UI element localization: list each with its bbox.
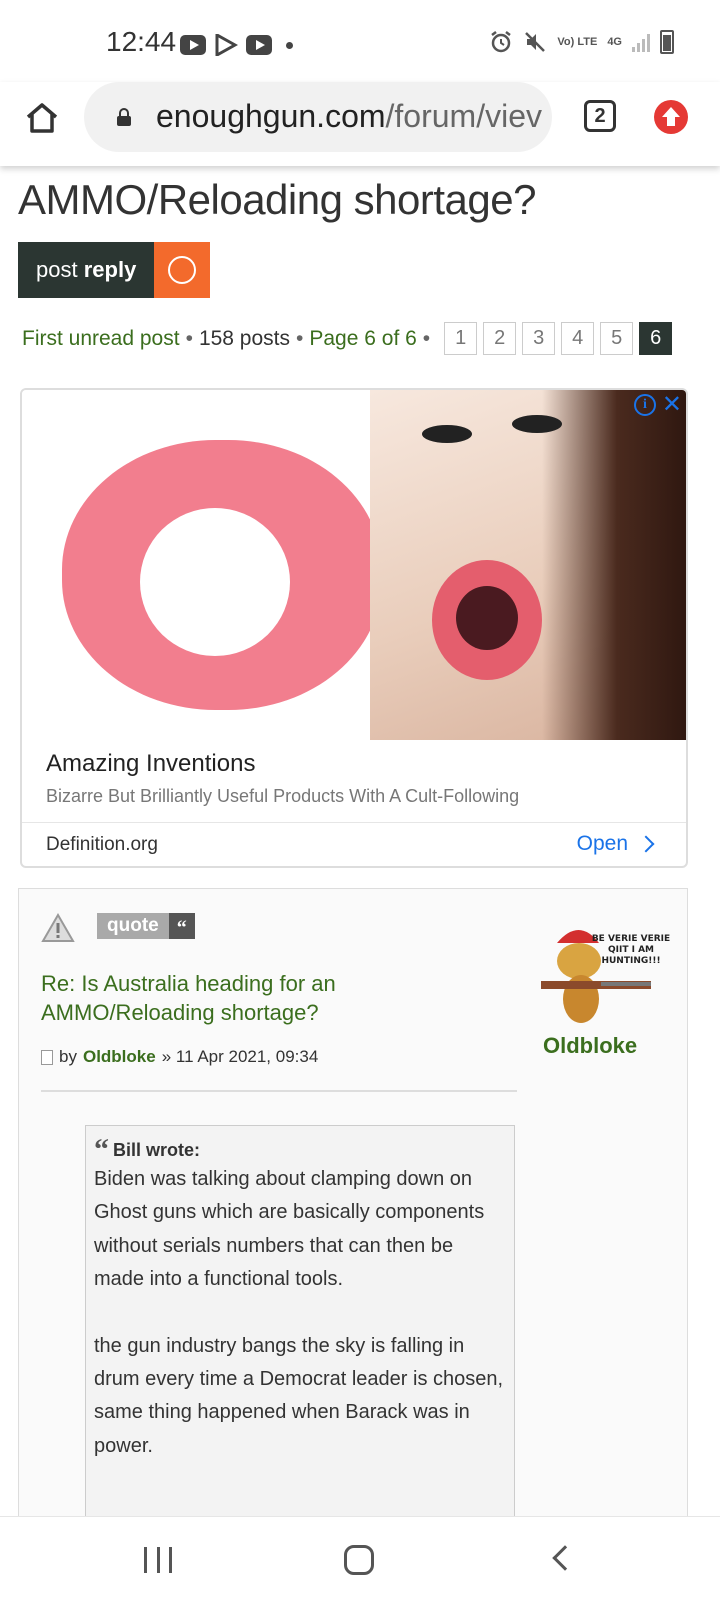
ad-badges: i ✕ <box>633 393 682 417</box>
divider <box>22 822 686 823</box>
separator: • <box>185 326 193 350</box>
page-content: Is Australia heading for an AMMO/Reloadi… <box>0 150 720 1516</box>
post-doc-icon[interactable] <box>41 1049 53 1065</box>
youtube-icon <box>246 35 272 55</box>
lock-icon <box>117 108 131 126</box>
signal-icon <box>632 32 650 52</box>
browser-toolbar: enoughgun.com/forum/viev 2 <box>0 82 720 166</box>
quote-cite-text: Bill wrote: <box>113 1140 201 1160</box>
quote-button[interactable]: quote “ <box>97 913 195 939</box>
system-nav-bar <box>0 1516 720 1600</box>
post-reply-bold: reply <box>83 257 137 282</box>
post-author[interactable]: Oldbloke <box>83 1047 156 1067</box>
ad-photo-eye <box>422 425 472 443</box>
chevron-right-icon <box>637 835 655 853</box>
home-nav-icon[interactable] <box>344 1545 374 1575</box>
topic-title: AMMO/Reloading shortage? <box>18 176 536 223</box>
address-bar[interactable]: enoughgun.com/forum/viev <box>84 82 552 152</box>
forum-post: quote “ Re: Is Australia heading for an … <box>18 888 688 1516</box>
quote-cite: “ Bill wrote: <box>94 1132 506 1166</box>
status-bar: 12:44 Vo) LTE 4G <box>0 0 720 86</box>
ad-title[interactable]: Amazing Inventions <box>46 750 255 778</box>
page-4[interactable]: 4 <box>561 322 595 355</box>
volte-icon: Vo) LTE <box>557 35 598 48</box>
alarm-icon <box>491 31 512 53</box>
quote-paragraph: Biden was talking about clamping down on… <box>94 1168 485 1291</box>
update-icon[interactable] <box>654 100 688 134</box>
report-warning-icon[interactable] <box>41 913 75 943</box>
ad-photo-eye <box>512 415 562 433</box>
back-icon[interactable] <box>552 1545 578 1571</box>
url-domain: enoughgun.com <box>156 98 386 134</box>
ad-open-label: Open <box>576 832 628 855</box>
ad-info-icon[interactable]: i <box>633 394 656 416</box>
ad-image[interactable] <box>22 390 686 740</box>
system-icons: Vo) LTE 4G <box>489 30 674 54</box>
svg-text:BE VERIE VERIE: BE VERIE VERIE <box>592 934 670 944</box>
page-label[interactable]: Page 6 of 6 <box>309 327 416 351</box>
notification-icons <box>180 34 293 56</box>
separator: • <box>296 326 304 350</box>
post-reply-prefix: post <box>36 257 78 282</box>
quote-block: “ Bill wrote: Biden was talking about cl… <box>85 1125 515 1516</box>
ad-close-icon[interactable]: ✕ <box>662 393 682 417</box>
pagination-row: First unread post • 158 posts • Page 6 o… <box>22 322 673 355</box>
post-date: » 11 Apr 2021, 09:34 <box>161 1047 319 1066</box>
url-text: enoughgun.com/forum/viev <box>156 98 542 135</box>
svg-text:HUNTING!!!: HUNTING!!! <box>601 956 660 966</box>
post-reply-label: post reply <box>18 242 155 298</box>
tab-switcher-button[interactable]: 2 <box>584 100 616 132</box>
quote-icon: “ <box>168 913 195 939</box>
ad-open-button[interactable]: Open <box>576 832 655 856</box>
separator: • <box>422 326 431 350</box>
ad-product-hole <box>140 508 290 656</box>
play-store-icon <box>215 34 238 56</box>
svg-text:QIIT I AM: QIIT I AM <box>608 945 654 955</box>
status-time: 12:44 <box>106 26 177 57</box>
post-reply-button[interactable]: post reply <box>18 242 211 298</box>
ad-domain: Definition.org <box>46 834 158 855</box>
posts-count: 158 posts <box>198 326 291 350</box>
youtube-icon <box>180 35 206 55</box>
page-2[interactable]: 2 <box>483 322 517 355</box>
page-1[interactable]: 1 <box>444 322 478 355</box>
first-unread-link[interactable]: First unread post <box>22 327 180 351</box>
avatar-username[interactable]: Oldbloke <box>543 1033 637 1059</box>
page-6-current[interactable]: 6 <box>639 322 673 355</box>
ad-photo-hair <box>542 390 686 740</box>
avatar[interactable]: BE VERIE VERIE QIIT I AM HUNTING!!! <box>541 919 671 1031</box>
quote-paragraph: the gun industry bangs the sky is fallin… <box>94 1334 504 1457</box>
page-3[interactable]: 3 <box>522 322 556 355</box>
page-numbers: 1 2 3 4 5 6 <box>444 322 673 355</box>
recent-apps-icon[interactable] <box>144 1547 172 1573</box>
url-path: /forum/viev <box>385 98 542 134</box>
quote-label: quote <box>97 913 169 939</box>
ad-description: Bizarre But Brilliantly Useful Products … <box>46 786 520 806</box>
post-meta: by Oldbloke » 11 Apr 2021, 09:34 <box>41 1047 318 1067</box>
by-label: by <box>59 1047 77 1066</box>
post-title[interactable]: Re: Is Australia heading for an AMMO/Rel… <box>41 969 401 1027</box>
quote-mark-icon: “ <box>94 1132 109 1166</box>
ad-card[interactable]: i ✕ Amazing Inventions Bizarre But Brill… <box>20 388 688 868</box>
battery-icon <box>660 30 674 54</box>
4g-icon: 4G <box>607 35 622 48</box>
mute-icon <box>525 32 546 52</box>
dot-icon <box>286 41 293 49</box>
reply-icon <box>154 242 211 298</box>
page-5[interactable]: 5 <box>600 322 634 355</box>
home-icon[interactable] <box>22 98 62 138</box>
ad-photo-mouth-inner <box>456 586 518 650</box>
divider <box>41 1090 517 1092</box>
